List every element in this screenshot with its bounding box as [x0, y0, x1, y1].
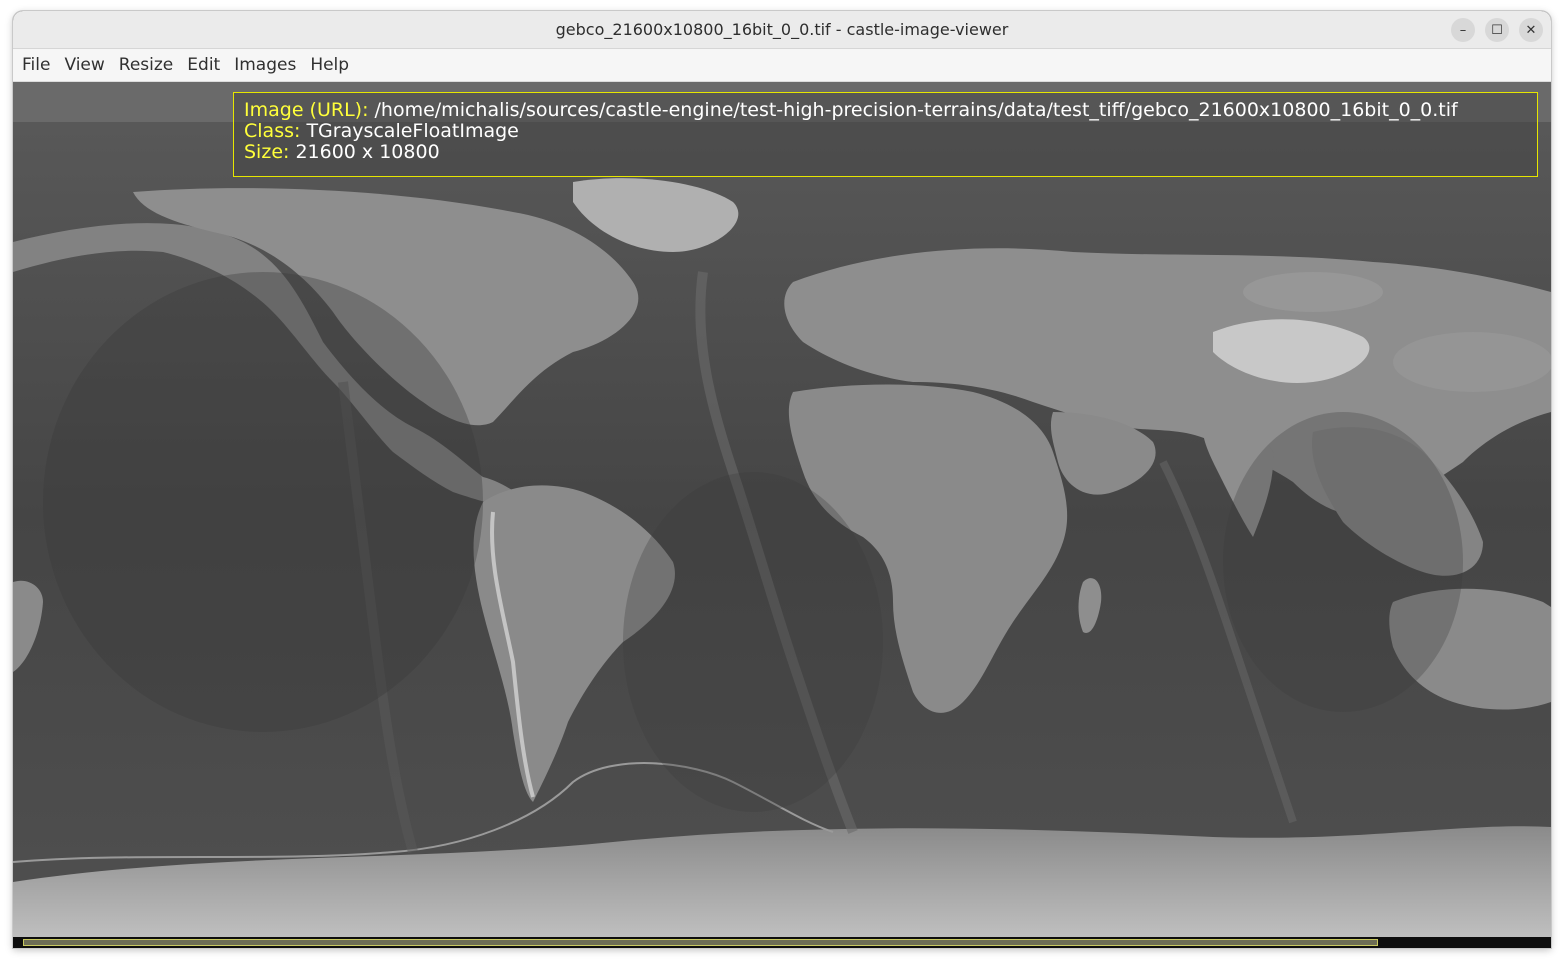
horizontal-scrollbar[interactable] [13, 937, 1551, 948]
title-bar[interactable]: gebco_21600x10800_16bit_0_0.tif - castle… [13, 11, 1551, 49]
app-window: gebco_21600x10800_16bit_0_0.tif - castle… [13, 11, 1551, 948]
image-info-panel: Image (URL): /home/michalis/sources/cast… [233, 92, 1538, 177]
menu-file[interactable]: File [15, 51, 57, 79]
info-url-line: Image (URL): /home/michalis/sources/cast… [244, 100, 1527, 121]
menu-help[interactable]: Help [303, 51, 356, 79]
image-viewport[interactable]: Image (URL): /home/michalis/sources/cast… [13, 82, 1551, 948]
info-size-line: Size: 21600 x 10800 [244, 142, 1527, 163]
info-class-line: Class: TGrayscaleFloatImage [244, 121, 1527, 142]
minimize-icon[interactable]: – [1451, 18, 1475, 42]
menu-edit[interactable]: Edit [180, 51, 227, 79]
menu-resize[interactable]: Resize [112, 51, 180, 79]
window-controls: – ☐ ✕ [1451, 18, 1543, 42]
menu-bar: File View Resize Edit Images Help [13, 49, 1551, 82]
menu-images[interactable]: Images [227, 51, 303, 79]
info-class-value: TGrayscaleFloatImage [306, 120, 519, 142]
heightmap-image [13, 82, 1551, 948]
scrollbar-thumb[interactable] [23, 939, 1378, 946]
close-icon[interactable]: ✕ [1519, 18, 1543, 42]
info-size-value: 21600 x 10800 [295, 141, 440, 163]
info-class-label: Class: [244, 120, 301, 142]
info-size-label: Size: [244, 141, 290, 163]
menu-view[interactable]: View [57, 51, 111, 79]
info-url-value: /home/michalis/sources/castle-engine/tes… [374, 99, 1458, 121]
maximize-icon[interactable]: ☐ [1485, 18, 1509, 42]
window-title: gebco_21600x10800_16bit_0_0.tif - castle… [555, 20, 1009, 39]
info-url-label: Image (URL): [244, 99, 369, 121]
